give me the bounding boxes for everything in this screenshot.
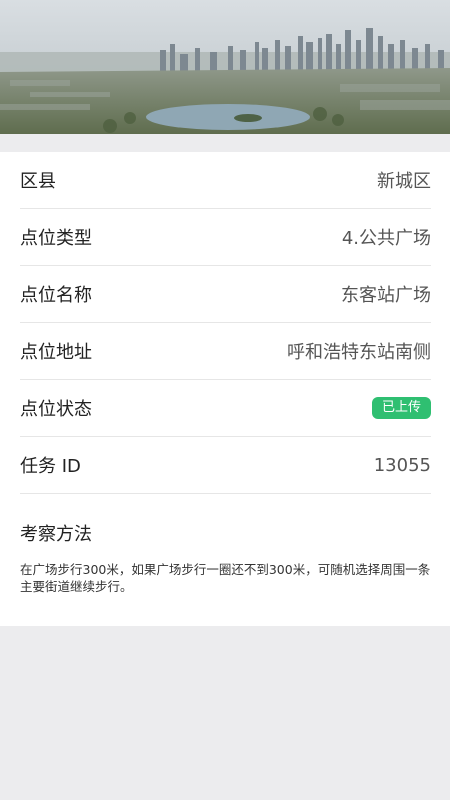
task-id-row: 任务 ID 13055 (20, 437, 431, 494)
point-name-row: 点位名称 东客站广场 (20, 266, 431, 323)
method-description: 在广场步行300米，如果广场步行一圈还不到300米，可随机选择周围一条主要街道继… (20, 562, 431, 594)
skyline-image (0, 0, 450, 134)
point-type-row: 点位类型 4.公共广场 (20, 209, 431, 266)
district-value: 新城区 (377, 171, 431, 192)
point-status-label: 点位状态 (20, 399, 92, 420)
point-address-value: 呼和浩特东站南侧 (287, 342, 431, 363)
point-status-row: 点位状态 已上传 (20, 380, 431, 437)
task-id-value: 13055 (373, 454, 431, 476)
detail-card: 区县 新城区 点位类型 4.公共广场 点位名称 东客站广场 点位地址 呼和浩特东… (0, 152, 450, 626)
point-address-row: 点位地址 呼和浩特东站南侧 (20, 323, 431, 380)
section-gap (0, 134, 450, 152)
method-title: 考察方法 (20, 524, 92, 545)
district-row: 区县 新城区 (20, 152, 431, 209)
point-address-label: 点位地址 (20, 342, 92, 363)
district-label: 区县 (20, 171, 56, 192)
status-badge: 已上传 (371, 397, 431, 419)
point-name-label: 点位名称 (20, 285, 92, 306)
task-id-label: 任务 ID (20, 456, 81, 477)
point-name-value: 东客站广场 (341, 285, 431, 306)
point-type-value: 4.公共广场 (341, 228, 431, 249)
point-type-label: 点位类型 (20, 228, 92, 249)
city-skyline-banner (0, 0, 450, 134)
